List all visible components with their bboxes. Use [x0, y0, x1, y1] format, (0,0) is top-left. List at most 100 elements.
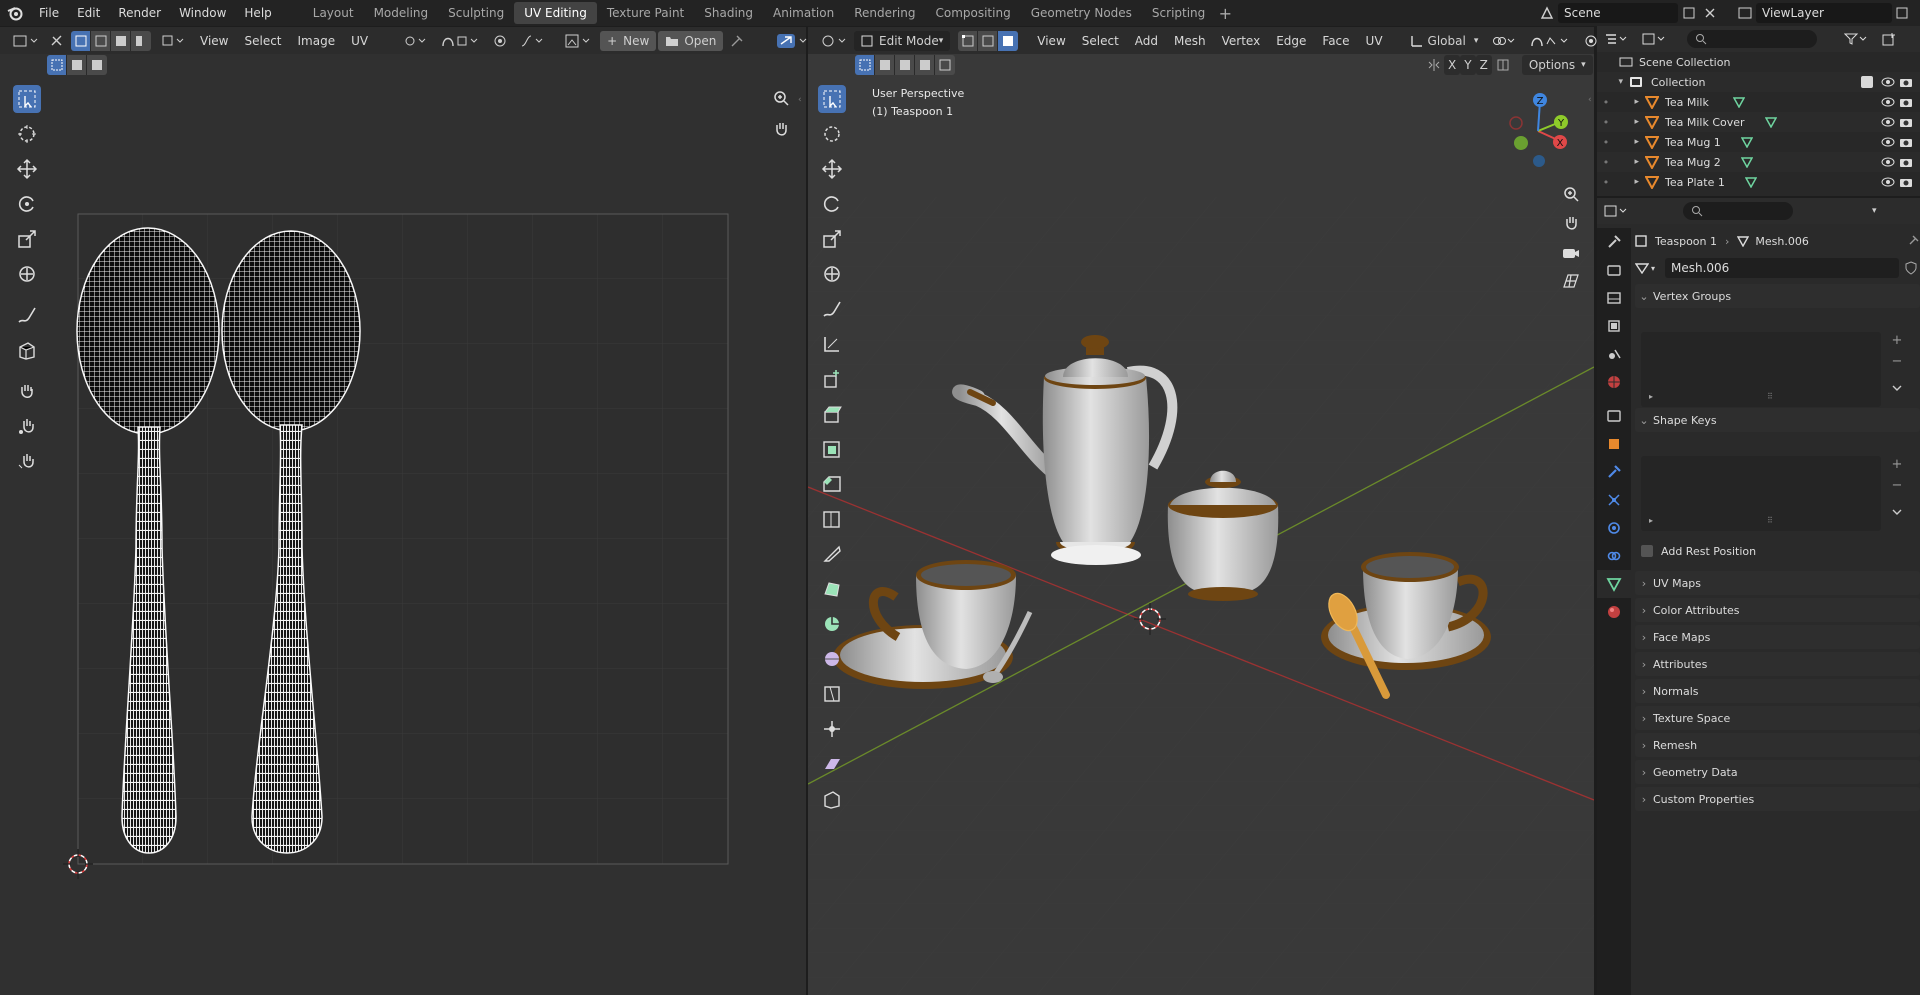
vp-ortho-grid-icon[interactable] — [1558, 268, 1584, 294]
render-camera-icon[interactable] — [1899, 76, 1913, 88]
vp-rip-tool-icon[interactable] — [818, 785, 846, 813]
tab-compositing[interactable]: Compositing — [925, 2, 1020, 24]
delete-scene-icon[interactable] — [1700, 8, 1720, 18]
view-layer-tab-icon[interactable] — [1597, 312, 1631, 340]
outliner-collection-row[interactable]: ▾ Collection — [1597, 72, 1920, 92]
vp-knife-tool-icon[interactable] — [818, 540, 846, 568]
menu-file[interactable]: File — [30, 0, 68, 26]
vp-edge-slide-tool-icon[interactable] — [818, 680, 846, 708]
vp-bevel-tool-icon[interactable] — [818, 470, 846, 498]
topology-mirror-icon[interactable] — [1492, 55, 1514, 75]
render-camera-icon[interactable] — [1899, 96, 1913, 108]
vp-select-box-tool-icon[interactable] — [818, 85, 846, 113]
vp-zoom-icon[interactable] — [1558, 181, 1584, 207]
outliner-item-row[interactable]: • ▸ Tea Mug 2 — [1597, 152, 1920, 172]
object-tab-icon[interactable] — [1597, 430, 1631, 458]
outliner-scene-collection-row[interactable]: Scene Collection — [1597, 52, 1920, 72]
vp-spin-tool-icon[interactable] — [818, 610, 846, 638]
list-expand-icon[interactable]: ▸ — [1649, 516, 1653, 525]
add-shape-key-button[interactable]: + — [1887, 454, 1907, 474]
options-dropdown[interactable]: Options ▾ — [1521, 55, 1593, 75]
tab-modeling[interactable]: Modeling — [364, 2, 439, 24]
remove-shape-key-button[interactable]: − — [1887, 475, 1907, 495]
tab-animation[interactable]: Animation — [763, 2, 844, 24]
add-rest-position-checkbox[interactable] — [1641, 545, 1653, 557]
vertex-group-specials-icon[interactable] — [1887, 378, 1907, 398]
tab-uv-editing[interactable]: UV Editing — [514, 2, 597, 24]
mirror-x-toggle[interactable]: X — [1444, 55, 1461, 75]
tab-texture-paint[interactable]: Texture Paint — [597, 2, 694, 24]
mirror-y-toggle[interactable]: Y — [1460, 55, 1476, 75]
vp-menu-uv[interactable]: UV — [1358, 34, 1391, 48]
add-vertex-group-button[interactable]: + — [1887, 330, 1907, 350]
outliner-item-row[interactable]: • ▸ Tea Plate 1 — [1597, 172, 1920, 192]
vp-shear-tool-icon[interactable] — [818, 750, 846, 778]
breadcrumb-object[interactable]: Teaspoon 1 — [1655, 235, 1717, 248]
mesh-data-icon[interactable] — [1732, 96, 1745, 108]
filter-icon[interactable] — [1837, 29, 1875, 49]
shape-keys-list[interactable]: ▸ ⠿ — [1641, 456, 1881, 531]
vp-scale-tool-icon[interactable] — [818, 225, 846, 253]
outliner-item-row[interactable]: • ▸ Tea Milk Cover — [1597, 112, 1920, 132]
vp-set-selection-icon[interactable] — [855, 55, 875, 75]
vp-menu-face[interactable]: Face — [1314, 34, 1357, 48]
mode-dropdown[interactable]: Edit Mode ▾ — [854, 30, 951, 51]
menu-window[interactable]: Window — [170, 0, 235, 26]
vp-measure-tool-icon[interactable] — [818, 330, 846, 358]
outliner-editor-type-icon[interactable] — [1597, 29, 1635, 49]
visibility-eye-icon[interactable] — [1881, 177, 1895, 187]
expand-toggle-icon[interactable]: ▸ — [1615, 157, 1639, 167]
visibility-eye-icon[interactable] — [1881, 97, 1895, 107]
tab-shading[interactable]: Shading — [694, 2, 763, 24]
tab-geometry-nodes[interactable]: Geometry Nodes — [1021, 2, 1142, 24]
new-view-layer-icon[interactable] — [1892, 7, 1912, 19]
mesh-name-field[interactable]: Mesh.006 — [1665, 258, 1899, 278]
expand-toggle-icon[interactable]: ▸ — [1615, 177, 1639, 187]
mesh-data-icon[interactable] — [1764, 116, 1777, 128]
edge-mode-icon[interactable] — [978, 30, 999, 51]
mesh-data-icon[interactable] — [1740, 136, 1753, 148]
properties-editor-type-icon[interactable] — [1597, 201, 1635, 221]
panel-attributes[interactable]: › Attributes — [1635, 652, 1920, 676]
panel-color-attributes[interactable]: › Color Attributes — [1635, 598, 1920, 622]
add-rest-position-row[interactable]: Add Rest Position — [1641, 543, 1756, 559]
collapse-toggle-icon[interactable]: ▾ — [1597, 77, 1623, 87]
mirror-icon[interactable] — [1424, 55, 1444, 75]
vp-annotate-tool-icon[interactable] — [818, 295, 846, 323]
tool-tab-icon[interactable] — [1597, 228, 1631, 256]
new-collection-icon[interactable] — [1875, 29, 1903, 49]
output-tab-icon[interactable] — [1597, 284, 1631, 312]
scene-tab-icon[interactable] — [1597, 340, 1631, 368]
outliner-item-row[interactable]: • ▸ Tea Mug 1 — [1597, 132, 1920, 152]
render-camera-icon[interactable] — [1899, 176, 1913, 188]
vp-cursor-tool-icon[interactable] — [818, 120, 846, 148]
vp-move-tool-icon[interactable] — [818, 155, 846, 183]
outliner-item-row[interactable]: • ▸ Tea Milk — [1597, 92, 1920, 112]
vp-loop-cut-tool-icon[interactable] — [818, 505, 846, 533]
vp-menu-vertex[interactable]: Vertex — [1214, 34, 1269, 48]
visibility-eye-icon[interactable] — [1881, 77, 1895, 87]
tab-sculpting[interactable]: Sculpting — [438, 2, 514, 24]
vp-shrink-tool-icon[interactable] — [818, 715, 846, 743]
vp-inset-tool-icon[interactable] — [818, 435, 846, 463]
scene-name-field[interactable]: Scene — [1558, 3, 1678, 23]
menu-render[interactable]: Render — [109, 0, 170, 26]
navigation-gizmo[interactable]: X Y Z — [1498, 89, 1582, 173]
vp-camera-icon[interactable] — [1558, 240, 1584, 266]
viewport-editor-type-icon[interactable] — [814, 31, 854, 51]
viewport-scene[interactable] — [808, 27, 1594, 995]
menu-help[interactable]: Help — [235, 0, 280, 26]
mesh-browse-icon[interactable]: ▾ — [1635, 262, 1665, 274]
vp-sidebar-toggle-icon[interactable]: ‹ — [1588, 95, 1594, 105]
panel-remesh[interactable]: › Remesh — [1635, 733, 1920, 757]
vp-intersect-selection-icon[interactable] — [935, 55, 955, 75]
mirror-z-toggle[interactable]: Z — [1475, 55, 1492, 75]
expand-toggle-icon[interactable]: ▸ — [1615, 97, 1639, 107]
render-tab-icon[interactable] — [1597, 256, 1631, 284]
vp-extend-selection-icon[interactable] — [875, 55, 895, 75]
render-camera-icon[interactable] — [1899, 116, 1913, 128]
vertex-mode-icon[interactable] — [958, 30, 979, 51]
viewport-snap-icon[interactable] — [1523, 31, 1577, 51]
material-tab-icon[interactable] — [1597, 598, 1631, 626]
collection-tab-icon[interactable] — [1597, 402, 1631, 430]
